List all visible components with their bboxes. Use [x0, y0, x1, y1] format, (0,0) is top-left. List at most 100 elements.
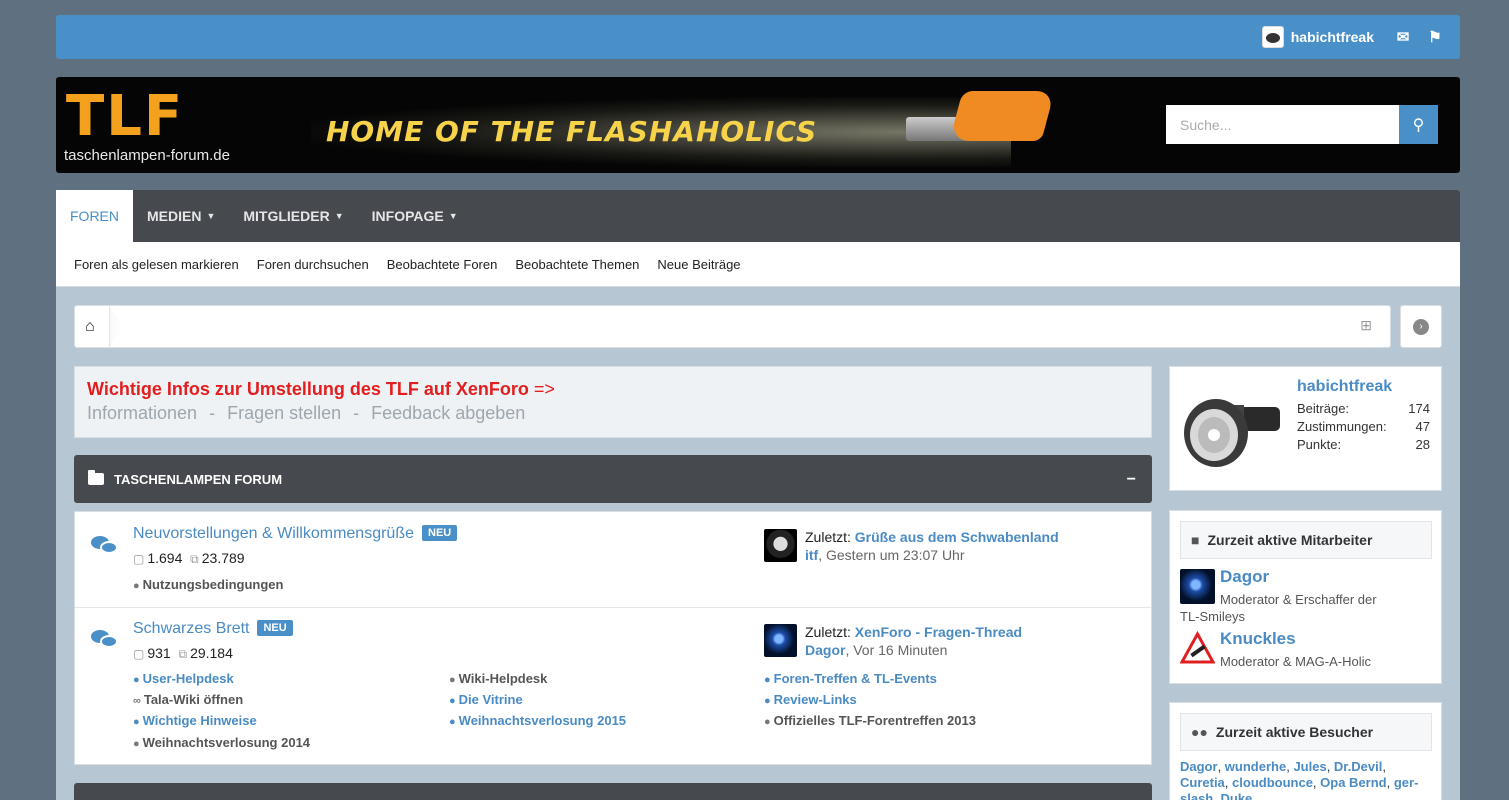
last-thread-link[interactable]: XenForo - Fragen-Thread [855, 624, 1022, 640]
subforum-link[interactable]: ● Offizielles TLF-Forentreffen 2013 [764, 713, 976, 728]
subforum-link[interactable]: ● Nutzungsbedingungen [133, 577, 283, 592]
subforum-link[interactable]: ● Review-Links [764, 692, 857, 707]
tab-foren[interactable]: Foren [56, 190, 133, 242]
staff-role: Moderator & Erschaffer der TL-Smileys [1180, 592, 1377, 624]
last-thread-link[interactable]: Grüße aus dem Schwabenland [855, 529, 1059, 545]
subnav-watched-forums[interactable]: Beobachtete Foren [387, 257, 498, 272]
staff-role: Moderator & MAG-A-Holic [1220, 654, 1371, 669]
subforum-link[interactable]: ● Wiki-Helpdesk [449, 671, 547, 686]
visitor-link[interactable]: Duke [1220, 791, 1252, 800]
category-header[interactable]: TASCHENLAMPEN FORUM − [74, 455, 1152, 503]
block-header: ■ Zurzeit aktive Mitarbeiter [1180, 521, 1432, 559]
subforum-link[interactable]: ● Weihnachtsverlosung 2014 [133, 735, 310, 750]
visitor-link[interactable]: Dagor [1180, 759, 1218, 774]
chat-bubbles-icon [91, 534, 119, 556]
comment-icon: ● [133, 580, 140, 592]
visitor-link[interactable]: cloudbounce [1232, 775, 1313, 790]
subnav-new-posts[interactable]: Neue Beiträge [657, 257, 740, 272]
forum-title[interactable]: Schwarzes Brett [133, 620, 249, 637]
last-post-meta: itf, Gestern um 23:07 Uhr [805, 547, 965, 563]
forum-title[interactable]: Neuvorstellungen & Willkommensgrüße [133, 525, 414, 542]
staff-name[interactable]: Knuckles [1220, 629, 1296, 649]
tab-medien[interactable]: Medien ▼ [133, 190, 229, 242]
forum-stats: ▢ 1.694 ⧉ 23.789 [133, 550, 245, 566]
forum-row: Neuvorstellungen & Willkommensgrüße NEU ▢… [75, 512, 1151, 607]
copy-icon: ⧉ [178, 647, 188, 661]
forum-stats: ▢ 931 ⧉ 29.184 [133, 645, 233, 661]
notice-link-informationen[interactable]: Informationen [87, 403, 197, 423]
forum-list: Neuvorstellungen & Willkommensgrüße NEU ▢… [74, 511, 1152, 765]
sidebar-visitors-block: ●● Zurzeit aktive Besucher Dagor, wunder… [1169, 702, 1442, 800]
notice-headline[interactable]: Wichtige Infos zur Umstellung des TLF au… [87, 379, 1139, 400]
subforum-link[interactable]: ● Die Vitrine [449, 692, 523, 707]
flag-icon[interactable]: ⚑ [1426, 28, 1444, 46]
chevron-right-circle-icon: › [1413, 318, 1429, 335]
breadcrumb-separator [109, 305, 123, 348]
visitor-link[interactable]: Curetia [1180, 775, 1225, 790]
subforum-link[interactable]: ● Weihnachtsverlosung 2015 [449, 713, 626, 728]
sidebar-username[interactable]: habichtfreak [1297, 378, 1392, 396]
subnav-watched-threads[interactable]: Beobachtete Themen [515, 257, 639, 272]
last-post-meta: Dagor, Vor 16 Minuten [805, 642, 948, 658]
comments-icon: ● [133, 674, 140, 686]
search-button[interactable]: ⚲ [1399, 105, 1438, 144]
subnav-search-forums[interactable]: Foren durchsuchen [257, 257, 369, 272]
visitor-link[interactable]: wunderhe [1225, 759, 1286, 774]
tab-mitglieder[interactable]: Mitglieder ▼ [229, 190, 357, 242]
envelope-icon[interactable]: ✉ [1394, 28, 1412, 46]
search-input[interactable] [1166, 105, 1399, 144]
comment-icon: ● [764, 716, 771, 728]
jump-to-button[interactable]: › [1400, 305, 1442, 348]
search-form: ⚲ [1166, 105, 1438, 144]
collapse-icon[interactable]: − [1127, 471, 1136, 489]
last-post-thread: Zuletzt: Grüße aus dem Schwabenland [805, 529, 1059, 545]
visitor-link[interactable]: Opa Bernd [1320, 775, 1386, 790]
sidebar-user-card: habichtfreak Beiträge: 174 Zustimmungen: 4… [1169, 366, 1442, 491]
stat-row: Punkte: 28 [1297, 437, 1430, 452]
visitor-link[interactable]: Jules [1293, 759, 1326, 774]
last-poster-avatar[interactable] [764, 529, 797, 562]
staff-avatar[interactable] [1180, 569, 1215, 604]
forum-row: Schwarzes Brett NEU ▢ 931 ⧉ 29.184 ● User-He… [75, 608, 1151, 766]
staff-avatar[interactable] [1180, 631, 1215, 666]
sitemap-icon[interactable]: ⊞ [1360, 317, 1372, 334]
stat-row: Zustimmungen: 47 [1297, 419, 1430, 434]
chat-bubbles-icon [91, 628, 119, 650]
visitor-link[interactable]: Dr.Devil [1334, 759, 1382, 774]
copy-icon: ⧉ [190, 552, 199, 566]
category-title: TASCHENLAMPEN FORUM [114, 471, 283, 487]
notice-link-feedback[interactable]: Feedback abgeben [371, 403, 525, 423]
staff-name[interactable]: Dagor [1220, 567, 1269, 587]
sub-nav: Foren als gelesen markieren Foren durchs… [56, 242, 1460, 287]
site-logo-subtitle: taschenlampen-forum.de [64, 147, 230, 164]
last-post-thread: Zuletzt: XenForo - Fragen-Thread [805, 624, 1023, 640]
last-user-link[interactable]: Dagor [805, 642, 845, 658]
breadcrumb: ⌂ ⊞ [74, 305, 1391, 348]
subnav-mark-read[interactable]: Foren als gelesen markieren [74, 257, 239, 272]
category-header-next[interactable] [74, 783, 1152, 800]
user-avatar-large[interactable] [1178, 379, 1284, 469]
home-icon[interactable]: ⌂ [85, 318, 95, 336]
notice-box: Wichtige Infos zur Umstellung des TLF au… [74, 366, 1152, 438]
last-poster-avatar[interactable] [764, 624, 797, 657]
last-user-link[interactable]: itf [805, 547, 818, 563]
visitor-list: Dagor, wunderhe, Jules, Dr.Devil, Cureti… [1180, 759, 1435, 800]
subforum-link[interactable]: ∞ Tala-Wiki öffnen [133, 692, 243, 707]
subforum-link[interactable]: ● Foren-Treffen & TL-Events [764, 671, 937, 686]
comments-icon: ● [449, 716, 456, 728]
folder-icon [88, 470, 104, 485]
user-avatar [1261, 26, 1284, 48]
comments-icon: ● [449, 695, 456, 707]
subforum-link[interactable]: ● User-Helpdesk [133, 671, 234, 686]
link-icon: ∞ [133, 695, 141, 707]
subforum-link[interactable]: ● Wichtige Hinweise [133, 713, 257, 728]
caret-down-icon: ▼ [206, 211, 216, 221]
account-menu[interactable]: habichtfreak [1261, 26, 1374, 48]
caret-down-icon: ▼ [448, 211, 458, 221]
account-username: habichtfreak [1290, 29, 1374, 45]
site-logo[interactable]: TLF [66, 89, 184, 145]
tab-infopage[interactable]: Infopage ▼ [358, 190, 472, 242]
sidebar-staff-block: ■ Zurzeit aktive Mitarbeiter Dagor Moder… [1169, 510, 1442, 684]
notice-link-fragen[interactable]: Fragen stellen [227, 403, 341, 423]
top-user-bar: habichtfreak ✉ ⚑ [56, 15, 1460, 59]
